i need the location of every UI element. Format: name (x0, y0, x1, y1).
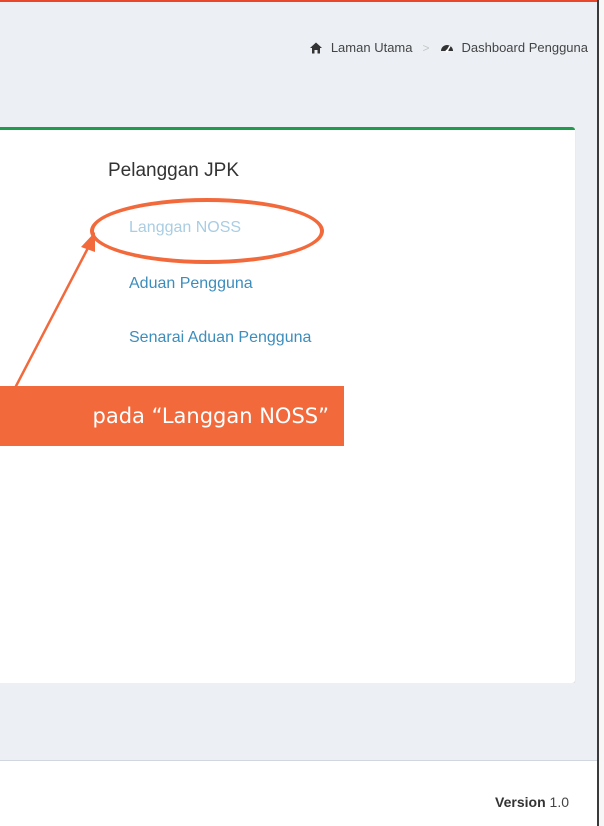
callout-box: pada “Langgan NOSS” (0, 386, 344, 446)
